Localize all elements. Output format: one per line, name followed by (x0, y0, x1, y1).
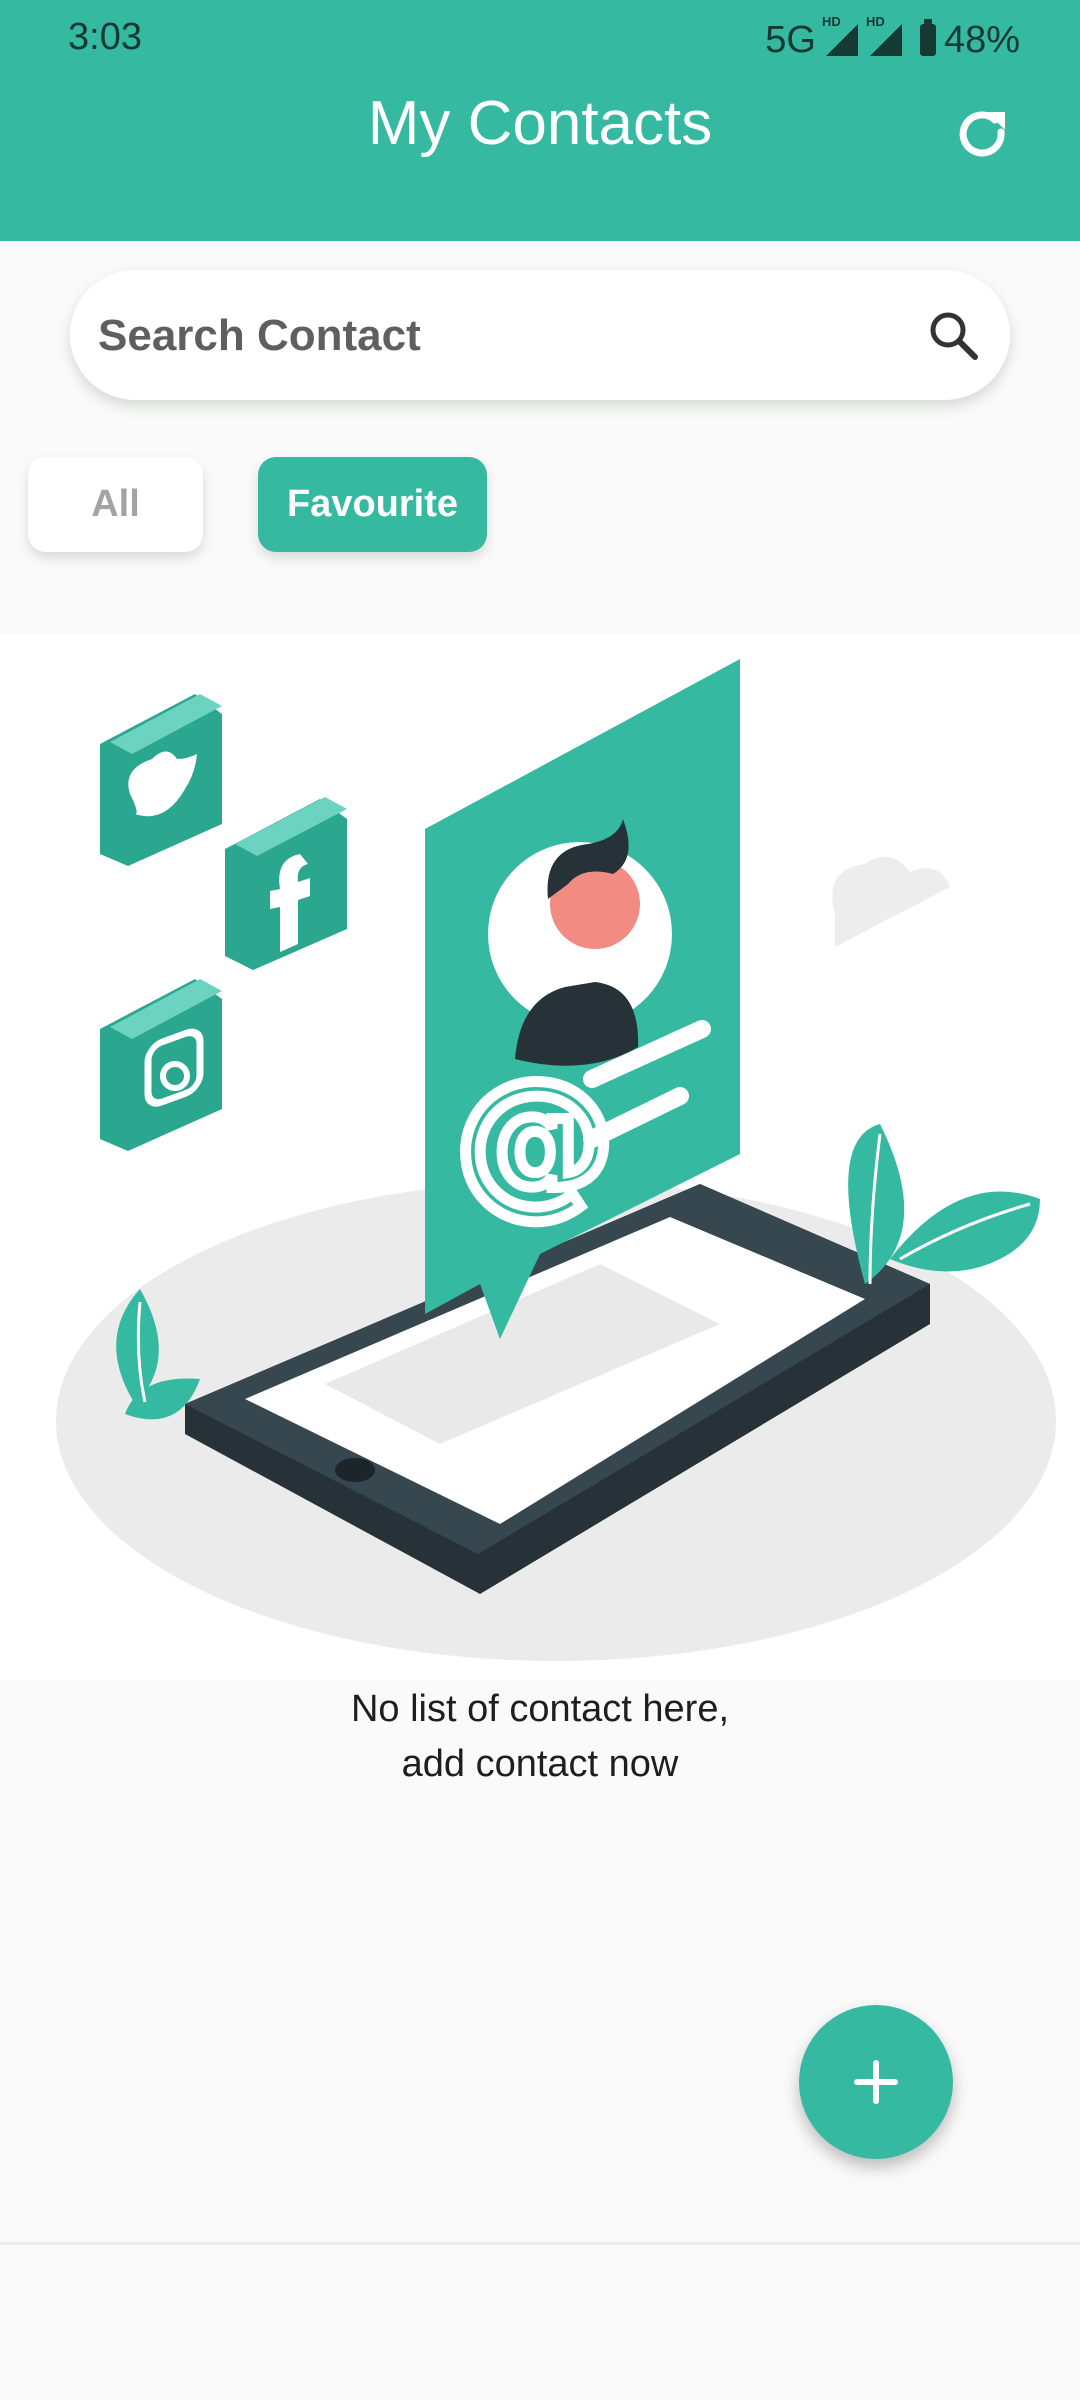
sim2-tag: HD (865, 14, 885, 29)
empty-state-illustration: @ (0, 634, 1080, 1680)
signal-icon-2: HD (866, 14, 904, 58)
instagram-cube-icon (100, 979, 222, 1151)
leaf-right (848, 1124, 1040, 1285)
filter-favourite-label: Favourite (286, 483, 459, 525)
signal-icon: HD (822, 14, 860, 58)
battery-icon (919, 19, 936, 56)
twitter-cube-icon (100, 694, 222, 866)
empty-state-message: No list of contact here, add contact now (300, 1682, 780, 1792)
app-bar: 3:03 5G HD HD 48% My Contacts (0, 0, 1080, 241)
plus-icon (854, 2060, 898, 2104)
empty-message-line2: add contact now (401, 1743, 679, 1785)
page-title: My Contacts (367, 89, 713, 158)
search-bar[interactable] (70, 270, 1010, 402)
cloud-shape (832, 856, 950, 947)
facebook-cube-icon (225, 797, 347, 970)
bottom-divider (0, 2242, 1080, 2245)
add-contact-button[interactable] (799, 2005, 953, 2159)
filter-favourite-chip[interactable]: Favourite (258, 457, 487, 552)
empty-message-line1: No list of contact here, (350, 1688, 730, 1730)
battery-level: 48% (943, 18, 1020, 61)
search-icon[interactable] (925, 307, 981, 363)
filter-all-label: All (91, 483, 140, 525)
filter-all-chip[interactable]: All (28, 457, 203, 552)
status-icons: 5G HD HD 48% (765, 14, 1020, 64)
refresh-icon[interactable] (951, 102, 1015, 166)
search-input[interactable] (96, 270, 920, 402)
network-type: 5G (765, 18, 816, 61)
status-time: 3:03 (68, 16, 142, 58)
sim1-tag: HD (821, 14, 841, 29)
